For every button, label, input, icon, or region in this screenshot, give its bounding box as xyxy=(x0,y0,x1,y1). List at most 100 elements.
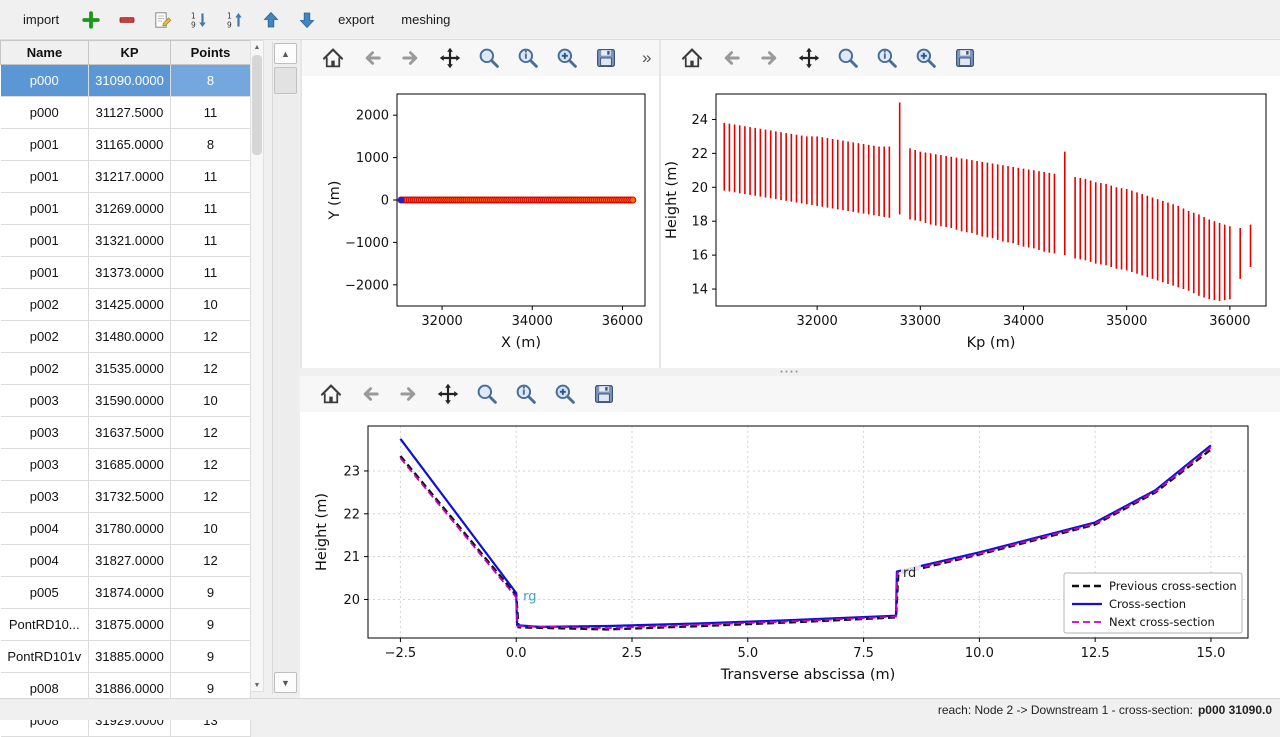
forward-icon[interactable] xyxy=(394,379,424,409)
table-cell[interactable]: 10 xyxy=(171,385,251,417)
pan-icon[interactable] xyxy=(433,379,463,409)
pan-icon[interactable] xyxy=(794,43,824,73)
pane-scrollbar[interactable]: ▲ ▼ xyxy=(272,42,298,694)
table-cell[interactable]: p001 xyxy=(1,193,89,225)
table-row[interactable]: PontRD101v31885.00009 xyxy=(1,641,251,673)
table-cell[interactable]: 12 xyxy=(171,321,251,353)
horizontal-splitter[interactable]: ●●●● xyxy=(300,368,1280,376)
table-cell[interactable]: p002 xyxy=(1,353,89,385)
zoom-inspect-icon[interactable] xyxy=(872,43,902,73)
table-cell[interactable]: 9 xyxy=(171,609,251,641)
sort-ascending-icon[interactable]: 19 xyxy=(221,6,248,33)
zoom-icon[interactable] xyxy=(474,43,504,73)
table-row[interactable]: p00131321.000011 xyxy=(1,225,251,257)
table-cell[interactable]: p001 xyxy=(1,225,89,257)
table-cell[interactable]: 31127.5000 xyxy=(89,97,171,129)
table-cell[interactable]: 31732.5000 xyxy=(89,481,171,513)
home-icon[interactable] xyxy=(677,43,707,73)
table-cell[interactable]: 31885.0000 xyxy=(89,641,171,673)
meshing-button[interactable]: meshing xyxy=(392,8,459,31)
export-button[interactable]: export xyxy=(329,8,383,31)
zoom-icon[interactable] xyxy=(472,379,502,409)
table-cell[interactable]: 9 xyxy=(171,577,251,609)
table-cell[interactable]: p002 xyxy=(1,321,89,353)
table-cell[interactable]: p000 xyxy=(1,65,89,97)
save-icon[interactable] xyxy=(589,379,619,409)
zoom-icon[interactable] xyxy=(833,43,863,73)
table-cell[interactable]: 10 xyxy=(171,513,251,545)
table-cell[interactable]: 31165.0000 xyxy=(89,129,171,161)
table-row[interactable]: p00031127.500011 xyxy=(1,97,251,129)
table-cell[interactable]: 9 xyxy=(171,641,251,673)
zoom-inspect-icon[interactable] xyxy=(511,379,541,409)
table-row[interactable]: p00131269.000011 xyxy=(1,193,251,225)
add-cross-section-icon[interactable] xyxy=(77,6,104,33)
back-icon[interactable] xyxy=(716,43,746,73)
table-scroll-up-icon[interactable]: ▲ xyxy=(251,41,263,53)
toolbar-overflow-button[interactable]: » xyxy=(642,48,651,68)
plan-view-canvas[interactable]: 320003400036000−2000−1000010002000X (m)Y… xyxy=(302,76,659,368)
table-cell[interactable]: 31090.0000 xyxy=(89,65,171,97)
table-cell[interactable]: p003 xyxy=(1,417,89,449)
table-cell[interactable]: p001 xyxy=(1,257,89,289)
table-cell[interactable]: 31874.0000 xyxy=(89,577,171,609)
move-up-icon[interactable] xyxy=(257,6,284,33)
zoom-inspect-icon[interactable] xyxy=(513,43,543,73)
table-row[interactable]: p00031090.00008 xyxy=(1,65,251,97)
table-cell[interactable]: 12 xyxy=(171,449,251,481)
table-cell[interactable]: PontRD101v xyxy=(1,641,89,673)
table-row[interactable]: p00231425.000010 xyxy=(1,289,251,321)
table-cell[interactable]: 12 xyxy=(171,417,251,449)
table-cell[interactable]: 11 xyxy=(171,257,251,289)
table-cell[interactable]: 31637.5000 xyxy=(89,417,171,449)
table-row[interactable]: p00331732.500012 xyxy=(1,481,251,513)
move-down-icon[interactable] xyxy=(293,6,320,33)
table-row[interactable]: p00331685.000012 xyxy=(1,449,251,481)
import-button[interactable]: import xyxy=(14,8,68,31)
back-icon[interactable] xyxy=(355,379,385,409)
table-row[interactable]: p00131165.00008 xyxy=(1,129,251,161)
table-cell[interactable]: p004 xyxy=(1,545,89,577)
table-cell[interactable]: 31373.0000 xyxy=(89,257,171,289)
table-cell[interactable]: p001 xyxy=(1,129,89,161)
table-row[interactable]: p00131373.000011 xyxy=(1,257,251,289)
forward-icon[interactable] xyxy=(396,43,426,73)
table-scroll-down-icon[interactable]: ▼ xyxy=(251,679,263,691)
zoom-rect-icon[interactable] xyxy=(550,379,580,409)
column-header-points[interactable]: Points xyxy=(171,41,251,65)
save-icon[interactable] xyxy=(950,43,980,73)
pane-scrollbar-thumb[interactable] xyxy=(274,67,297,94)
column-header-kp[interactable]: KP xyxy=(89,41,171,65)
back-icon[interactable] xyxy=(357,43,387,73)
table-cell[interactable]: p001 xyxy=(1,161,89,193)
table-cell[interactable]: 31480.0000 xyxy=(89,321,171,353)
pane-scroll-up-button[interactable]: ▲ xyxy=(274,43,297,64)
zoom-rect-icon[interactable] xyxy=(911,43,941,73)
zoom-rect-icon[interactable] xyxy=(552,43,582,73)
table-cell[interactable]: p000 xyxy=(1,97,89,129)
table-row[interactable]: p00131217.000011 xyxy=(1,161,251,193)
remove-cross-section-icon[interactable] xyxy=(113,6,140,33)
table-cell[interactable]: 12 xyxy=(171,353,251,385)
table-cell[interactable]: PontRD10... xyxy=(1,609,89,641)
save-icon[interactable] xyxy=(591,43,621,73)
table-cell[interactable]: 31269.0000 xyxy=(89,193,171,225)
table-cell[interactable]: 11 xyxy=(171,97,251,129)
column-header-name[interactable]: Name xyxy=(1,41,89,65)
table-cell[interactable]: p003 xyxy=(1,449,89,481)
table-cell[interactable]: 31685.0000 xyxy=(89,449,171,481)
table-cell[interactable]: 8 xyxy=(171,129,251,161)
splitter-handle-icon[interactable]: ●●●● xyxy=(780,370,800,375)
sort-descending-icon[interactable]: 19 xyxy=(185,6,212,33)
table-cell[interactable]: 31875.0000 xyxy=(89,609,171,641)
table-cell[interactable]: 31425.0000 xyxy=(89,289,171,321)
table-cell[interactable]: p002 xyxy=(1,289,89,321)
forward-icon[interactable] xyxy=(755,43,785,73)
table-row[interactable]: PontRD10...31875.00009 xyxy=(1,609,251,641)
table-cell[interactable]: p003 xyxy=(1,385,89,417)
table-cell[interactable]: p004 xyxy=(1,513,89,545)
table-cell[interactable]: 31590.0000 xyxy=(89,385,171,417)
table-cell[interactable]: 31780.0000 xyxy=(89,513,171,545)
table-cell[interactable]: 11 xyxy=(171,225,251,257)
longitudinal-profile-canvas[interactable]: 3200033000340003500036000141618202224Kp … xyxy=(661,76,1280,368)
